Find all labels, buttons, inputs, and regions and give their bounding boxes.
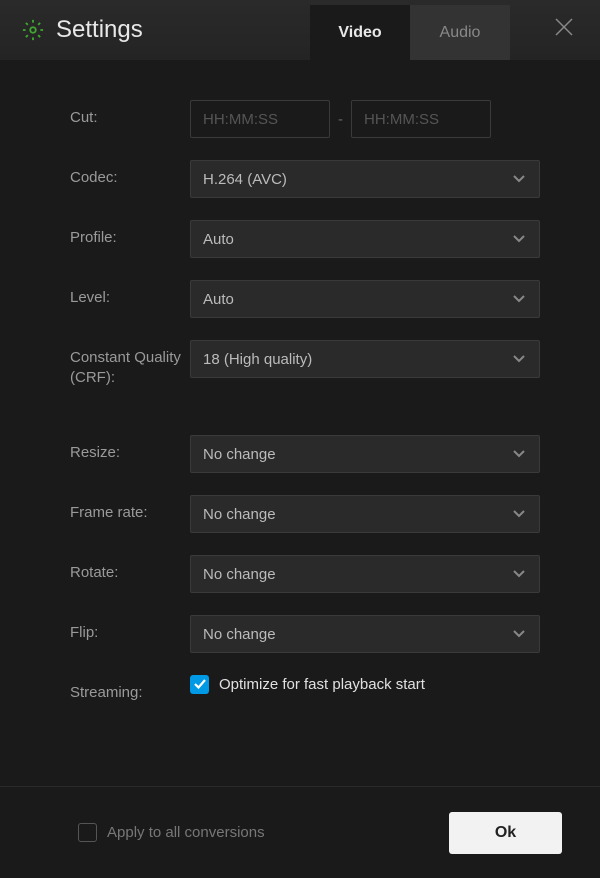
flip-select-wrap: No change <box>190 615 540 653</box>
label-flip: Flip: <box>70 615 190 643</box>
crf-value: 18 (High quality) <box>203 351 312 368</box>
row-flip: Flip: No change <box>70 615 540 653</box>
row-codec: Codec: H.264 (AVC) <box>70 160 540 198</box>
dialog-footer: Apply to all conversions Ok <box>0 786 600 878</box>
tab-audio[interactable]: Audio <box>410 5 510 60</box>
crf-select-wrap: 18 (High quality) <box>190 340 540 378</box>
dialog-title: Settings <box>56 16 143 44</box>
cut-controls: - <box>190 100 540 138</box>
tabs: Video Audio <box>310 5 510 60</box>
resize-select-wrap: No change <box>190 435 540 473</box>
control-crf: 18 (High quality) <box>190 340 540 378</box>
row-streaming: Streaming: Optimize for fast playback st… <box>70 675 540 703</box>
control-profile: Auto <box>190 220 540 258</box>
label-codec: Codec: <box>70 160 190 188</box>
profile-value: Auto <box>203 231 234 248</box>
row-crf: Constant Quality (CRF): 18 (High quality… <box>70 340 540 387</box>
apply-all-label: Apply to all conversions <box>107 824 265 841</box>
row-rotate: Rotate: No change <box>70 555 540 593</box>
rotate-select[interactable]: No change <box>190 555 540 593</box>
codec-value: H.264 (AVC) <box>203 171 287 188</box>
tab-video[interactable]: Video <box>310 5 410 60</box>
streaming-checkbox[interactable] <box>190 675 209 694</box>
codec-select-wrap: H.264 (AVC) <box>190 160 540 198</box>
rotate-value: No change <box>203 566 276 583</box>
gear-icon <box>22 19 44 41</box>
cut-start-input[interactable] <box>190 100 330 138</box>
dialog-header: Settings Video Audio <box>0 0 600 60</box>
cut-separator: - <box>338 111 343 128</box>
close-button[interactable] <box>553 18 575 40</box>
ok-button[interactable]: Ok <box>449 812 562 854</box>
apply-all-checkbox[interactable] <box>78 823 97 842</box>
control-codec: H.264 (AVC) <box>190 160 540 198</box>
cut-end-input[interactable] <box>351 100 491 138</box>
label-rotate: Rotate: <box>70 555 190 583</box>
resize-select[interactable]: No change <box>190 435 540 473</box>
flip-select[interactable]: No change <box>190 615 540 653</box>
label-level: Level: <box>70 280 190 308</box>
rotate-select-wrap: No change <box>190 555 540 593</box>
framerate-select-wrap: No change <box>190 495 540 533</box>
row-profile: Profile: Auto <box>70 220 540 258</box>
header-left: Settings <box>0 16 143 44</box>
framerate-select[interactable]: No change <box>190 495 540 533</box>
control-flip: No change <box>190 615 540 653</box>
row-level: Level: Auto <box>70 280 540 318</box>
check-icon <box>194 676 206 694</box>
label-cut: Cut: <box>70 100 190 128</box>
level-select-wrap: Auto <box>190 280 540 318</box>
row-resize: Resize: No change <box>70 435 540 473</box>
control-resize: No change <box>190 435 540 473</box>
control-framerate: No change <box>190 495 540 533</box>
streaming-control: Optimize for fast playback start <box>190 675 540 694</box>
resize-value: No change <box>203 446 276 463</box>
label-framerate: Frame rate: <box>70 495 190 523</box>
streaming-checkbox-label: Optimize for fast playback start <box>219 676 425 693</box>
framerate-value: No change <box>203 506 276 523</box>
level-value: Auto <box>203 291 234 308</box>
label-streaming: Streaming: <box>70 675 190 703</box>
label-resize: Resize: <box>70 435 190 463</box>
crf-select[interactable]: 18 (High quality) <box>190 340 540 378</box>
close-icon <box>554 17 574 42</box>
profile-select-wrap: Auto <box>190 220 540 258</box>
footer-left: Apply to all conversions <box>38 823 439 842</box>
control-level: Auto <box>190 280 540 318</box>
row-framerate: Frame rate: No change <box>70 495 540 533</box>
control-rotate: No change <box>190 555 540 593</box>
level-select[interactable]: Auto <box>190 280 540 318</box>
settings-dialog: Settings Video Audio Cut: - Codec <box>0 0 600 878</box>
label-crf: Constant Quality (CRF): <box>70 340 190 387</box>
flip-value: No change <box>203 626 276 643</box>
codec-select[interactable]: H.264 (AVC) <box>190 160 540 198</box>
settings-content: Cut: - Codec: H.264 (AVC) <box>0 60 600 786</box>
row-cut: Cut: - <box>70 100 540 138</box>
profile-select[interactable]: Auto <box>190 220 540 258</box>
label-profile: Profile: <box>70 220 190 248</box>
